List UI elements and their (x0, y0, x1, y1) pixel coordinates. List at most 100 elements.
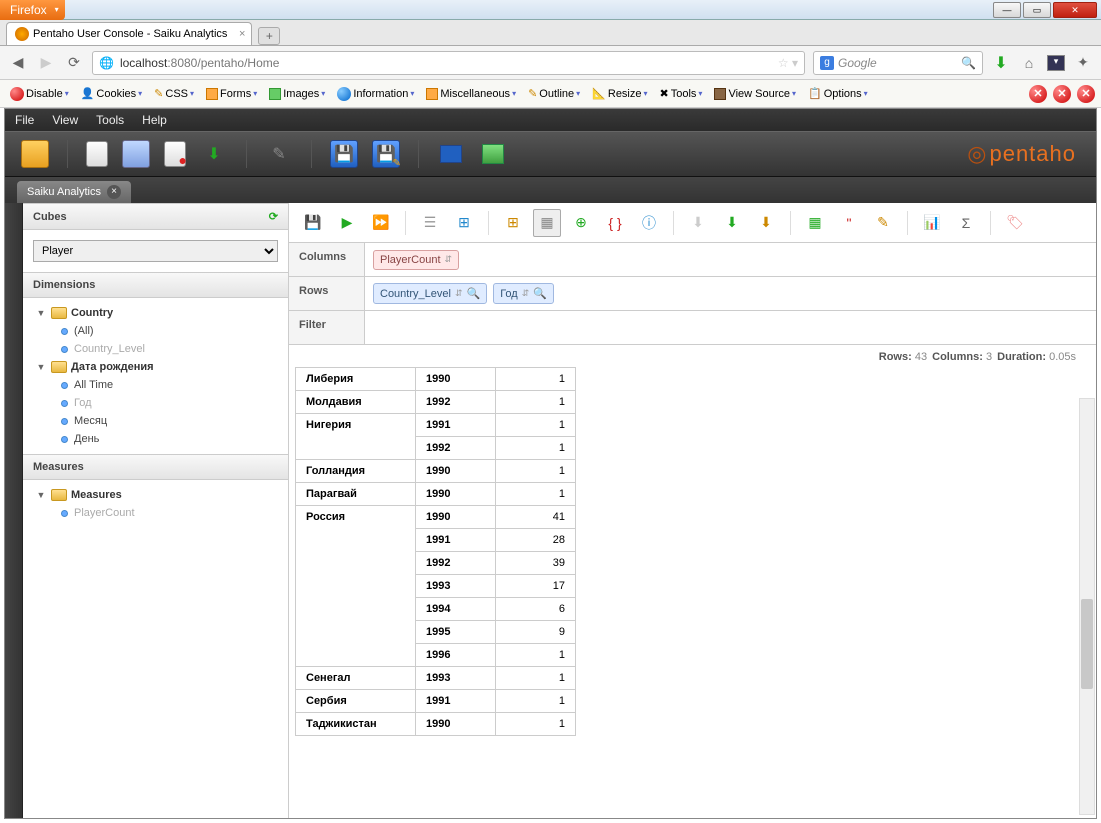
cell-year[interactable]: 1991 (416, 414, 496, 437)
tb-run-icon[interactable] (479, 140, 507, 168)
saiku-info-icon[interactable]: ⓘ (635, 209, 663, 237)
cell-value[interactable]: 17 (496, 575, 576, 598)
tb-edit-icon[interactable]: ✎ (265, 140, 293, 168)
cell-value[interactable]: 1 (496, 667, 576, 690)
dim-dob-day[interactable]: День (31, 430, 280, 448)
cell-value[interactable]: 39 (496, 552, 576, 575)
cell-year[interactable]: 1992 (416, 391, 496, 414)
tb-new-icon[interactable] (86, 141, 108, 167)
saiku-chart-icon[interactable]: 📊 (918, 209, 946, 237)
cell-year[interactable]: 1996 (416, 644, 496, 667)
dev-forms[interactable]: Forms▾ (202, 86, 261, 102)
cell-value[interactable]: 1 (496, 690, 576, 713)
rows-chip-country[interactable]: Country_Level⇵🔍 (373, 283, 487, 304)
cell-year[interactable]: 1994 (416, 598, 496, 621)
cell-value[interactable]: 1 (496, 391, 576, 414)
window-maximize[interactable]: ▭ (1023, 2, 1051, 18)
cell-year[interactable]: 1991 (416, 690, 496, 713)
saiku-save-icon[interactable]: 💾 (299, 209, 327, 237)
dev-close-1[interactable]: ✕ (1029, 85, 1047, 103)
saiku-export1-icon[interactable]: ⬇ (684, 209, 712, 237)
cell-country[interactable]: Либерия (296, 368, 416, 391)
columns-chip-playercount[interactable]: PlayerCount⇵ (373, 250, 459, 270)
cell-value[interactable]: 1 (496, 368, 576, 391)
rows-chip-year[interactable]: Год⇵🔍 (493, 283, 554, 304)
new-tab-button[interactable]: + (258, 27, 280, 45)
nav-reload[interactable]: ⟳ (64, 54, 84, 71)
browser-search-box[interactable]: g Google 🔍 (813, 51, 983, 75)
dim-country[interactable]: ▼Country (31, 304, 280, 322)
dev-viewsource[interactable]: View Source▾ (710, 86, 800, 102)
dev-close-2[interactable]: ✕ (1053, 85, 1071, 103)
menu-view[interactable]: View (52, 113, 78, 127)
webdev-icon[interactable]: ▾ (1047, 55, 1065, 71)
cell-country[interactable]: Молдавия (296, 391, 416, 414)
dev-disable[interactable]: Disable▾ (6, 85, 73, 103)
saiku-swap-icon[interactable]: ⊞ (499, 209, 527, 237)
downloads-icon[interactable]: ⬇ (991, 53, 1011, 73)
saiku-autorun-icon[interactable]: ⏩ (367, 209, 395, 237)
cell-value[interactable]: 1 (496, 483, 576, 506)
cell-year[interactable]: 1990 (416, 460, 496, 483)
cell-year[interactable]: 1993 (416, 667, 496, 690)
scrollbar[interactable] (1079, 398, 1095, 815)
saiku-query-icon[interactable]: { } (601, 209, 629, 237)
sort-icon[interactable]: ⇵ (522, 288, 530, 299)
tb-analysis-icon[interactable] (164, 141, 186, 167)
cube-select[interactable]: Player (33, 240, 278, 262)
dim-dob-year[interactable]: Год (31, 394, 280, 412)
browser-tab[interactable]: Pentaho User Console - Saiku Analytics × (6, 22, 252, 45)
window-close[interactable]: ✕ (1053, 2, 1097, 18)
tab-close[interactable]: × (239, 28, 245, 40)
dim-dob-month[interactable]: Месяц (31, 412, 280, 430)
dim-dob-all[interactable]: All Time (31, 376, 280, 394)
cell-value[interactable]: 28 (496, 529, 576, 552)
cell-year[interactable]: 1995 (416, 621, 496, 644)
cell-year[interactable]: 1992 (416, 437, 496, 460)
measures-folder[interactable]: ▼Measures (31, 486, 280, 504)
refresh-cubes-icon[interactable]: ⟳ (269, 210, 278, 223)
cell-value[interactable]: 6 (496, 598, 576, 621)
firefox-menu-button[interactable]: Firefox (0, 0, 65, 20)
left-rail[interactable] (5, 203, 23, 818)
cell-value[interactable]: 1 (496, 460, 576, 483)
dim-country-level[interactable]: Country_Level (31, 340, 280, 358)
saiku-nonempty-icon[interactable]: ⊞ (450, 209, 478, 237)
saiku-export-csv-icon[interactable]: ⬇ (752, 209, 780, 237)
nav-back[interactable]: ◀ (8, 54, 28, 71)
cell-country[interactable]: Парагвай (296, 483, 416, 506)
cell-year[interactable]: 1993 (416, 575, 496, 598)
cell-country[interactable]: Сенегал (296, 667, 416, 690)
dev-images[interactable]: Images▾ (265, 86, 329, 102)
saiku-excel-icon[interactable]: ▦ (801, 209, 829, 237)
cell-year[interactable]: 1990 (416, 713, 496, 736)
cell-value[interactable]: 1 (496, 437, 576, 460)
sort-icon[interactable]: ⇵ (455, 288, 463, 299)
dev-information[interactable]: Information▾ (333, 85, 418, 103)
cell-country[interactable]: Нигерия (296, 414, 416, 460)
cell-year[interactable]: 1990 (416, 368, 496, 391)
saiku-run-icon[interactable]: ▶ (333, 209, 361, 237)
app-tab-close[interactable]: × (107, 185, 121, 199)
dev-cookies[interactable]: 👤Cookies▾ (77, 85, 146, 102)
tb-monitor-icon[interactable] (437, 140, 465, 168)
url-bar[interactable]: 🌐 localhost:8080/pentaho/Home ☆ ▾ (92, 51, 805, 75)
filter-drop-area[interactable] (365, 311, 1096, 344)
cell-value[interactable]: 41 (496, 506, 576, 529)
filter-icon[interactable]: 🔍 (533, 287, 547, 300)
app-tab-saiku[interactable]: Saiku Analytics × (17, 181, 131, 203)
cell-country[interactable]: Сербия (296, 690, 416, 713)
tb-table-icon[interactable] (122, 140, 150, 168)
saiku-pdf-icon[interactable]: " (835, 209, 863, 237)
cell-year[interactable]: 1990 (416, 483, 496, 506)
saiku-stats-icon[interactable]: Σ (952, 209, 980, 237)
dev-tools[interactable]: ✖Tools▾ (656, 85, 707, 102)
dev-options[interactable]: 📋Options▾ (804, 85, 872, 102)
saiku-mode-icon[interactable]: ▦ (533, 209, 561, 237)
cell-value[interactable]: 1 (496, 414, 576, 437)
dev-outline[interactable]: ✎Outline▾ (524, 85, 584, 102)
home-icon[interactable]: ⌂ (1019, 55, 1039, 71)
scrollbar-thumb[interactable] (1081, 599, 1093, 689)
saiku-export-xls-icon[interactable]: ⬇ (718, 209, 746, 237)
dim-dob[interactable]: ▼Дата рождения (31, 358, 280, 376)
